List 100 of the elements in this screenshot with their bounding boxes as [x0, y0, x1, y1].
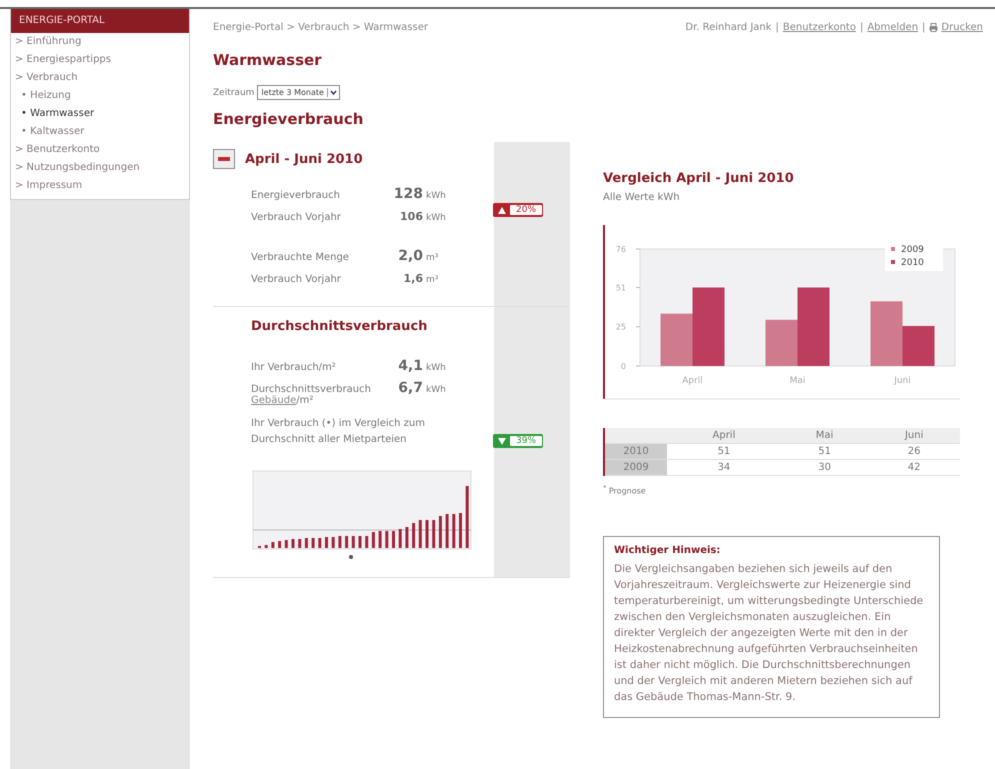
separator: |	[922, 22, 926, 33]
own-marker-icon	[349, 555, 353, 559]
bar	[298, 539, 302, 548]
metric-value: 106	[399, 210, 423, 223]
bar	[264, 545, 268, 548]
column-header: Juni	[868, 428, 960, 444]
bar	[466, 486, 469, 548]
bar	[432, 520, 436, 548]
period-label: Zeitraum	[213, 88, 254, 98]
user-name: Dr. Reinhard Jank	[685, 22, 772, 33]
bar	[459, 513, 462, 548]
table-cell: 51	[780, 444, 868, 460]
nav-item[interactable]: • Kaltwasser	[11, 123, 189, 141]
table-cell: 26	[868, 444, 960, 460]
bar	[338, 536, 342, 548]
bar	[352, 536, 355, 548]
y-tick-label: 76	[616, 245, 626, 254]
metric-label: Ihr Verbrauch/m²	[251, 362, 337, 373]
bar	[452, 514, 456, 548]
metric-label: Verbrauch Vorjahr	[251, 212, 342, 223]
column-header: Mai	[780, 428, 868, 444]
y-tick-label: 25	[616, 322, 626, 332]
breadcrumb: Energie-Portal > Verbrauch > Warmwasser	[213, 22, 428, 33]
bar	[332, 537, 335, 548]
bar	[392, 531, 395, 548]
bar	[365, 536, 368, 548]
bar	[438, 516, 442, 548]
bar	[284, 540, 288, 548]
comparison-heading: Vergleich April - Juni 2010	[603, 171, 795, 186]
separator: |	[776, 22, 779, 33]
bar	[372, 532, 375, 548]
nav-item[interactable]: • Heizung	[11, 87, 189, 105]
metric-value: 6,7	[397, 380, 423, 396]
bar	[345, 536, 348, 548]
metric-label: Energieverbrauch	[251, 190, 341, 201]
legend-label: 2009	[901, 245, 924, 255]
minus-icon	[218, 156, 230, 162]
metric-unit: m³	[425, 253, 440, 263]
table-cell: 30	[780, 460, 868, 476]
metric-value: 1,6	[402, 272, 423, 285]
bar	[271, 542, 274, 548]
metric-unit: kWh	[425, 363, 447, 373]
year-cell: 2010	[604, 444, 667, 460]
nav-item[interactable]: > Energiespartipps	[11, 51, 189, 69]
change-badge: 39%	[493, 434, 544, 448]
table-cell: 51	[667, 444, 781, 460]
metric-unit: kWh	[425, 385, 447, 395]
footnote: $^{*}$ Prognose	[603, 484, 647, 496]
bar	[446, 514, 449, 548]
nav-item[interactable]: > Einführung	[11, 33, 189, 51]
nav-item[interactable]: • Warmwasser	[11, 105, 189, 123]
period-select[interactable]: letzte 3 Monate	[257, 85, 340, 100]
nav-item[interactable]: > Verbrauch	[11, 69, 189, 87]
header-link[interactable]: Benutzerkonto	[782, 22, 856, 33]
header-link[interactable]: Abmelden	[867, 22, 918, 33]
table-cell: 42	[868, 460, 960, 476]
metric-label: Durchschnittsverbrauch Gebäude/m²	[251, 384, 372, 406]
metric-value: 4,1	[397, 358, 423, 374]
section-title: Energieverbrauch	[213, 110, 364, 128]
nav-item[interactable]: > Benutzerkonto	[11, 141, 189, 159]
bar	[378, 531, 382, 548]
metric-label: Verbrauch Vorjahr	[251, 274, 342, 285]
metric-unit: kWh	[425, 191, 447, 201]
metric-value: 2,0	[397, 248, 423, 264]
column-header: April	[667, 428, 781, 444]
x-tick-label: Juni	[894, 376, 911, 386]
unit-note: Alle Werte kWh	[603, 192, 681, 203]
bar	[405, 527, 408, 548]
toggle-button[interactable]	[213, 149, 235, 169]
metric-unit: m³	[425, 275, 440, 285]
nav-item[interactable]: > Impressum	[11, 177, 189, 195]
period-heading: April - Juni 2010	[245, 152, 363, 166]
change-badge: 20%	[493, 203, 544, 217]
building-link[interactable]: Gebäude	[251, 395, 296, 406]
bar	[318, 538, 322, 548]
portal-title: ENERGIE-PORTAL	[11, 9, 189, 33]
bar	[312, 538, 315, 548]
year-cell: 2009	[604, 460, 667, 476]
bar	[426, 520, 428, 548]
bar	[304, 538, 308, 548]
x-tick-label: April	[682, 376, 703, 386]
notice-title: Wichtiger Hinweis:	[614, 544, 722, 556]
bar	[292, 539, 294, 548]
separator: |	[860, 22, 864, 33]
bar	[412, 523, 416, 548]
comparison-text: Ihr Verbrauch (•) im Vergleich zum Durchschnitt aller Mietparteien	[251, 417, 426, 447]
y-tick-label: 0	[620, 362, 626, 371]
nav-item[interactable]: > Nutzungsbedingungen	[11, 159, 189, 177]
metric-value: 128	[392, 186, 423, 202]
metric-label: Verbrauchte Menge	[251, 252, 350, 263]
x-tick-label: Mai	[790, 376, 806, 386]
bar	[278, 541, 282, 548]
notice-text: Die Vergleichsangaben beziehen sich jeweils auf den Vorjahreszeitraum. Vergleichswerte zur Heizenergie sind temperaturbereinigt, um witterungsbedingte Unterschiede zwischen den Vergleichsmonaten auszugleichen. Ein direkter Vergleich der angezeigten Werte mit den in der Heizkostenabrechnung aufgeführten Verbrauchseinheiten ist daher nicht möglich. Die Durchschnittsberechnungen und der Vergleich mit anderen Mietern beziehen sich auf das Gebäude Thomas-Mann-Str. 9.	[614, 562, 924, 705]
table-cell: 34	[667, 460, 781, 476]
average-heading: Durchschnittsverbrauch	[251, 319, 428, 334]
print-link[interactable]: Drucken	[941, 22, 983, 33]
bar	[385, 531, 388, 548]
page-title: Warmwasser	[213, 51, 323, 69]
printer-icon	[929, 23, 938, 32]
bar	[358, 536, 362, 548]
